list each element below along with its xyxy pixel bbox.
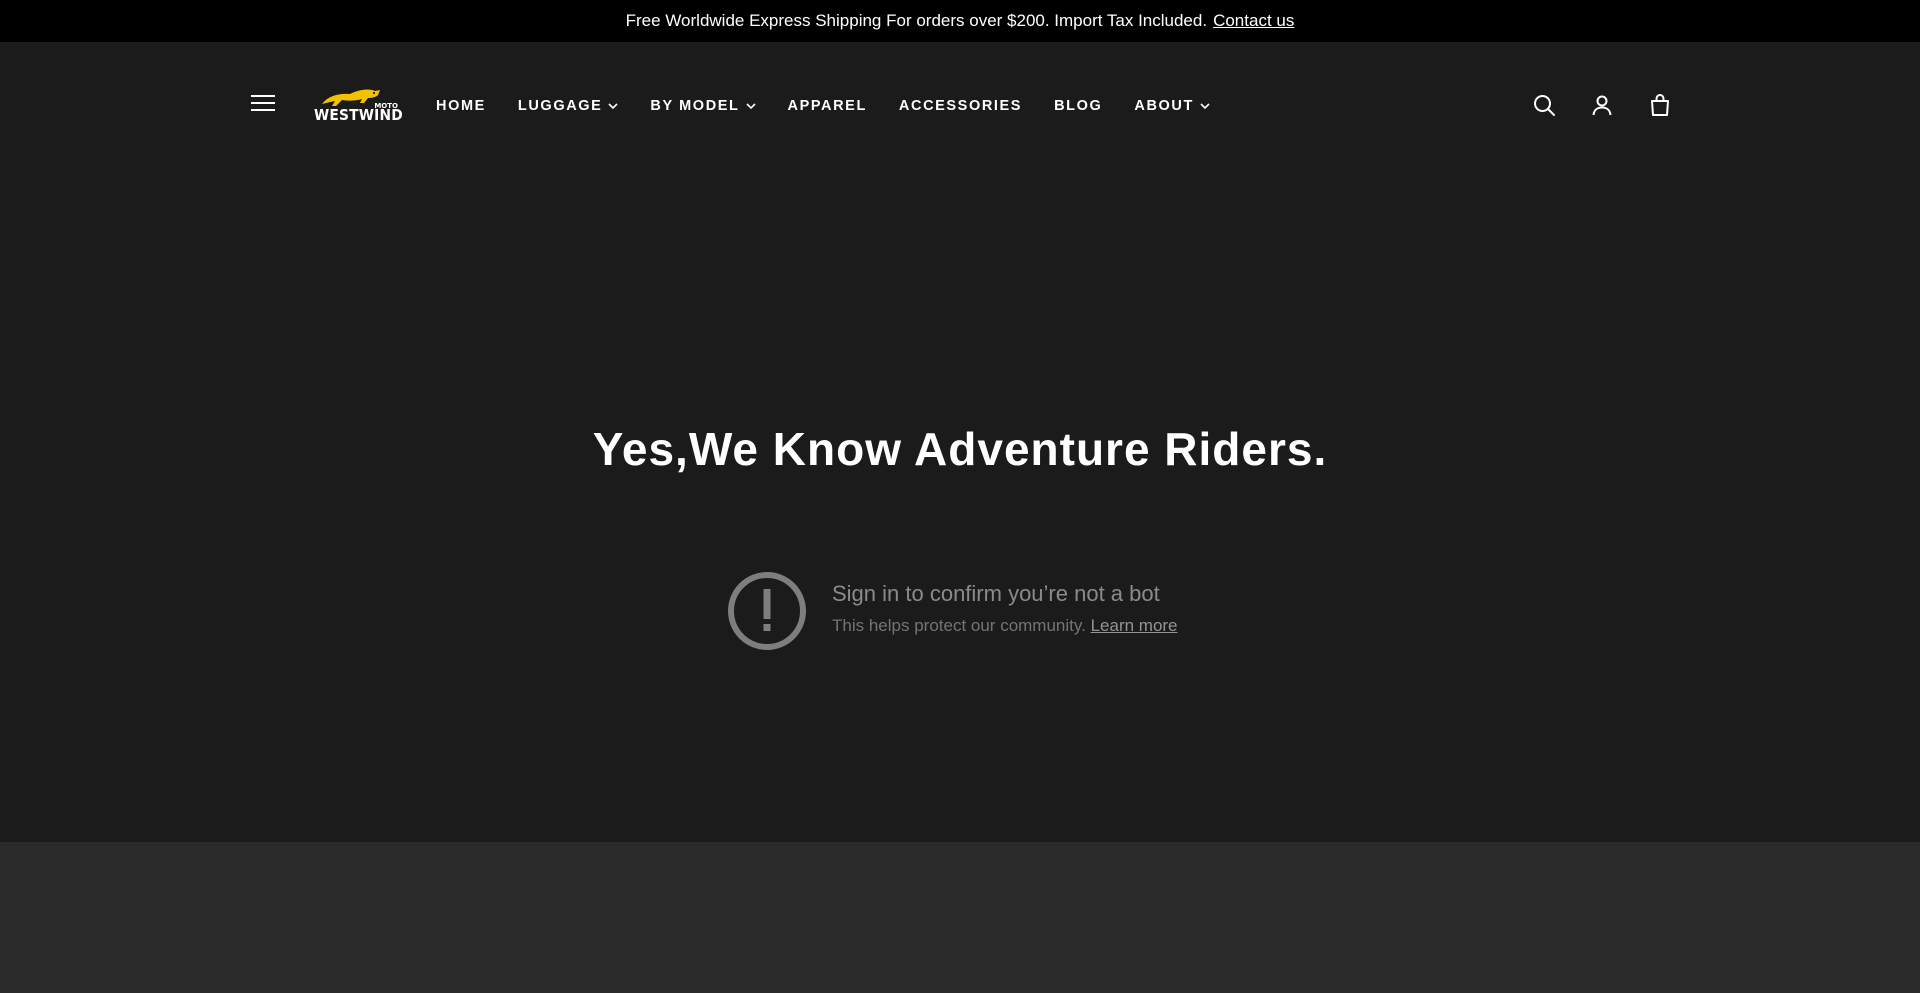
chevron-down-icon [1200,103,1210,110]
site-header: MOTO WESTWIND HOME LUGGAGE BY MODEL APPA… [0,42,1920,169]
nav-about-label: ABOUT [1134,98,1194,114]
overlay-subtitle: This helps protect our community. Learn … [832,616,1178,636]
logo-wordmark: WESTWIND [314,106,403,124]
hero-title: Yes,We Know Adventure Riders. [592,423,1328,475]
chevron-down-icon [745,103,756,110]
search-icon[interactable] [1532,93,1556,117]
hero-banner: Yes,We Know Adventure Riders. Sign in to… [0,169,1920,842]
nav-home-label: HOME [436,98,486,114]
nav-accessories[interactable]: ACCESSORIES [899,98,1022,114]
nav-luggage[interactable]: LUGGAGE [518,98,619,114]
warning-icon [728,572,806,650]
nav-blog[interactable]: BLOG [1054,98,1102,114]
header-actions [1532,93,1672,117]
overlay-title: Sign in to confirm you’re not a bot [832,581,1160,606]
announcement-bar: Free Worldwide Express Shipping For orde… [0,0,1920,42]
nav-by-model-label: BY MODEL [650,98,740,114]
nav-luggage-label: LUGGAGE [517,98,603,114]
hamburger-menu-icon[interactable] [251,95,275,115]
contact-us-link[interactable]: Contact us [1213,11,1294,31]
nav-about[interactable]: ABOUT [1134,98,1210,114]
overlay-subtitle-text: This helps protect our community. [832,616,1086,635]
nav-accessories-label: ACCESSORIES [898,98,1023,114]
nav-home[interactable]: HOME [436,98,486,114]
nav-apparel[interactable]: APPAREL [788,98,867,114]
account-icon[interactable] [1590,93,1614,117]
footer-band [0,842,1920,993]
chevron-down-icon [608,103,618,110]
nav-by-model[interactable]: BY MODEL [650,98,756,114]
site-logo[interactable]: MOTO WESTWIND [312,84,403,124]
learn-more-link[interactable]: Learn more [1091,616,1178,635]
main-nav: HOME LUGGAGE BY MODEL APPAREL ACCESSORIE… [436,98,1242,114]
nav-apparel-label: APPAREL [787,98,867,114]
cart-icon[interactable] [1648,93,1672,117]
video-sign-in-overlay: Sign in to confirm you’re not a bot This… [727,569,1207,653]
announcement-text: Free Worldwide Express Shipping For orde… [625,11,1208,30]
nav-blog-label: BLOG [1054,98,1103,114]
